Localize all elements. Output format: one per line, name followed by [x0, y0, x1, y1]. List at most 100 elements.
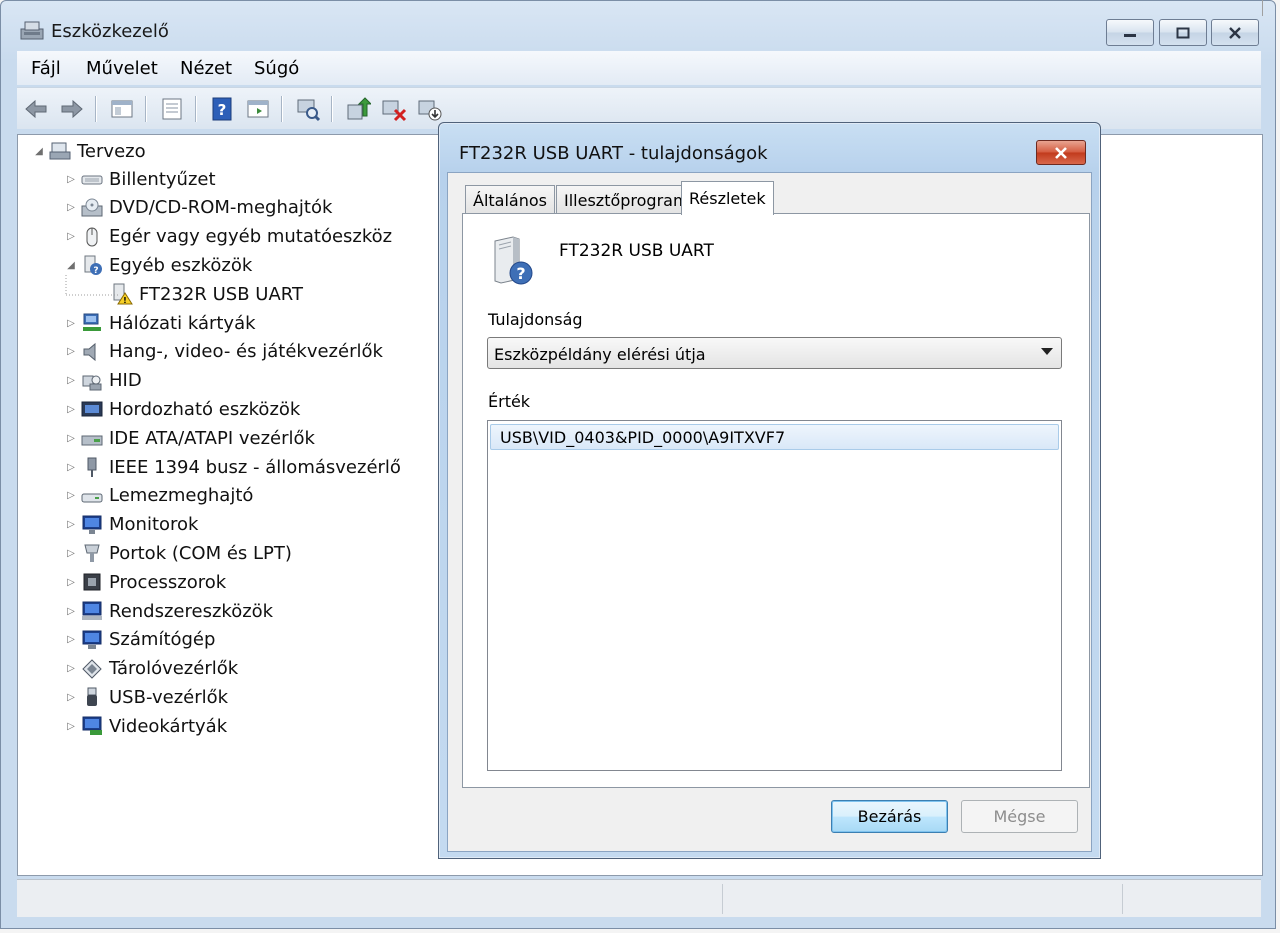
cancel-button[interactable]: Mégse: [961, 800, 1078, 833]
firewire-icon: [87, 457, 97, 477]
tree-item-label: Rendszereszközök: [109, 600, 274, 622]
properties-icon[interactable]: [159, 96, 185, 122]
tree-item-label: IEEE 1394 busz - állomásvezérlő: [109, 456, 401, 478]
tree-item[interactable]: ▷ Rendszereszközök: [64, 597, 273, 625]
tree-item[interactable]: ▷ IEEE 1394 busz - állomásvezérlő: [64, 453, 401, 481]
storage-controller-icon: [82, 658, 102, 679]
network-adapter-icon: [83, 313, 101, 331]
tree-item-label: Processzorok: [109, 571, 227, 593]
expand-arrow-icon[interactable]: ▷: [64, 346, 78, 357]
tree-item[interactable]: ▷ Hálózati kártyák: [64, 309, 256, 337]
expand-arrow-icon[interactable]: ▷: [64, 692, 78, 703]
back-arrow-icon[interactable]: [23, 96, 49, 122]
tree-item[interactable]: ▷ Lemezmeghajtó: [64, 482, 253, 510]
expand-arrow-icon[interactable]: ▷: [64, 548, 78, 559]
status-divider: [1122, 884, 1123, 914]
disable-device-icon[interactable]: [381, 96, 407, 122]
value-list[interactable]: USB\VID_0403&PID_0000\A9ITXVF7: [487, 420, 1062, 771]
expand-arrow-icon[interactable]: ▷: [64, 577, 78, 588]
system-device-icon: [82, 601, 102, 620]
svg-text:?: ?: [218, 101, 227, 119]
ide-controller-icon: [81, 435, 103, 446]
help-icon[interactable]: ?: [209, 96, 235, 122]
close-button[interactable]: Bezárás: [831, 800, 948, 833]
tree-root-label: Tervezo: [77, 140, 146, 162]
expand-arrow-icon[interactable]: ▷: [64, 663, 78, 674]
console-tree-icon[interactable]: [109, 96, 135, 122]
expand-arrow-icon[interactable]: ▷: [64, 404, 78, 415]
tree-item[interactable]: ▷ USB-vezérlők: [64, 683, 228, 711]
tab-driver[interactable]: Illesztőprogram: [556, 185, 697, 215]
property-dropdown[interactable]: Eszközpéldány elérési útja: [487, 337, 1062, 369]
expand-arrow-icon[interactable]: ▷: [64, 721, 78, 732]
tree-item-label: FT232R USB UART: [139, 283, 303, 305]
menu-view[interactable]: Nézet: [180, 58, 232, 79]
tree-item[interactable]: ▷ Billentyűzet: [64, 165, 215, 193]
tree-item[interactable]: ▷ Processzorok: [64, 568, 226, 596]
tree-item[interactable]: ▷ Tárolóvezérlők: [64, 655, 238, 683]
minimize-button[interactable]: [1106, 19, 1154, 46]
tree-item-label: Tárolóvezérlők: [109, 658, 239, 680]
hid-icon: [82, 375, 102, 391]
tree-item-label: DVD/CD-ROM-meghajtók: [109, 197, 333, 219]
expand-arrow-icon[interactable]: ▷: [64, 375, 78, 386]
tree-item[interactable]: ▷ Egér vagy egyéb mutatóeszköz: [64, 223, 392, 251]
menu-file[interactable]: Fájl: [31, 58, 61, 79]
expand-arrow-icon[interactable]: ▷: [64, 231, 78, 242]
dialog-title: FT232R USB UART - tulajdonságok: [459, 143, 768, 164]
expand-arrow-icon[interactable]: ▷: [64, 519, 78, 530]
expand-arrow-icon[interactable]: ▷: [64, 433, 78, 444]
scan-hardware-icon[interactable]: [295, 96, 321, 122]
forward-arrow-icon[interactable]: [59, 96, 85, 122]
tree-item[interactable]: ▷ DVD/CD-ROM-meghajtók: [64, 194, 332, 222]
tab-general[interactable]: Általános: [465, 185, 555, 215]
display-adapter-icon: [82, 716, 102, 736]
expand-arrow-icon[interactable]: ▷: [64, 318, 78, 329]
maximize-button[interactable]: [1159, 19, 1207, 46]
dialog-close-button[interactable]: [1036, 140, 1086, 165]
tree-item[interactable]: ▷ Portok (COM és LPT): [64, 539, 292, 567]
menu-help[interactable]: Súgó: [254, 58, 299, 79]
title-bar[interactable]: Eszközkezelő: [1, 1, 1275, 49]
property-label: Tulajdonság: [488, 310, 583, 329]
window-edge: [1262, 0, 1263, 16]
expand-arrow-icon[interactable]: ▷: [64, 174, 78, 185]
tree-item[interactable]: ▷ Számítógép: [64, 626, 215, 654]
portable-device-icon: [81, 401, 103, 417]
tree-item[interactable]: ▷ HID: [64, 367, 142, 395]
tree-connector-lines: [65, 275, 120, 296]
tree-item[interactable]: ▷ Monitorok: [64, 511, 198, 539]
toolbar-separator: [281, 96, 282, 122]
expand-arrow-icon[interactable]: ▷: [64, 490, 78, 501]
value-row[interactable]: USB\VID_0403&PID_0000\A9ITXVF7: [490, 424, 1059, 450]
port-icon: [84, 544, 100, 563]
menu-action[interactable]: Művelet: [86, 58, 158, 79]
unknown-device-icon: ?: [494, 236, 533, 285]
tree-item[interactable]: ▷ Videokártyák: [64, 712, 227, 740]
collapse-arrow-icon[interactable]: ◢: [64, 260, 78, 271]
uninstall-device-icon[interactable]: [417, 96, 443, 122]
expand-arrow-icon[interactable]: ▷: [64, 634, 78, 645]
tab-details[interactable]: Részletek: [681, 181, 774, 215]
expand-arrow-icon[interactable]: ▷: [64, 606, 78, 617]
processor-icon: [83, 573, 101, 591]
close-window-button[interactable]: [1211, 19, 1259, 46]
expand-arrow-icon[interactable]: ▷: [64, 462, 78, 473]
collapse-arrow-icon[interactable]: ◢: [32, 146, 46, 157]
value-label: Érték: [488, 392, 531, 411]
tree-root[interactable]: ◢ Tervezo: [32, 137, 146, 165]
tree-item-label: Hálózati kártyák: [109, 312, 256, 334]
computer-icon: [82, 630, 102, 649]
tree-item[interactable]: ▷ Hang-, video- és játékvezérlők: [64, 338, 383, 366]
device-name: FT232R USB UART: [559, 241, 714, 261]
expand-arrow-icon[interactable]: ▷: [64, 202, 78, 213]
tree-item-label: Portok (COM és LPT): [109, 542, 292, 564]
device-manager-icon: [20, 21, 44, 40]
tree-item[interactable]: ▷ Hordozható eszközök: [64, 395, 300, 423]
action-pane-icon[interactable]: [245, 96, 271, 122]
update-driver-icon[interactable]: [345, 96, 371, 122]
tree-item-label: Hang-, video- és játékvezérlők: [109, 341, 383, 363]
dvd-drive-icon: [81, 198, 103, 217]
tree-item[interactable]: ▷ IDE ATA/ATAPI vezérlők: [64, 424, 315, 452]
menu-bar: Fájl Művelet Nézet Súgó: [17, 51, 1261, 85]
